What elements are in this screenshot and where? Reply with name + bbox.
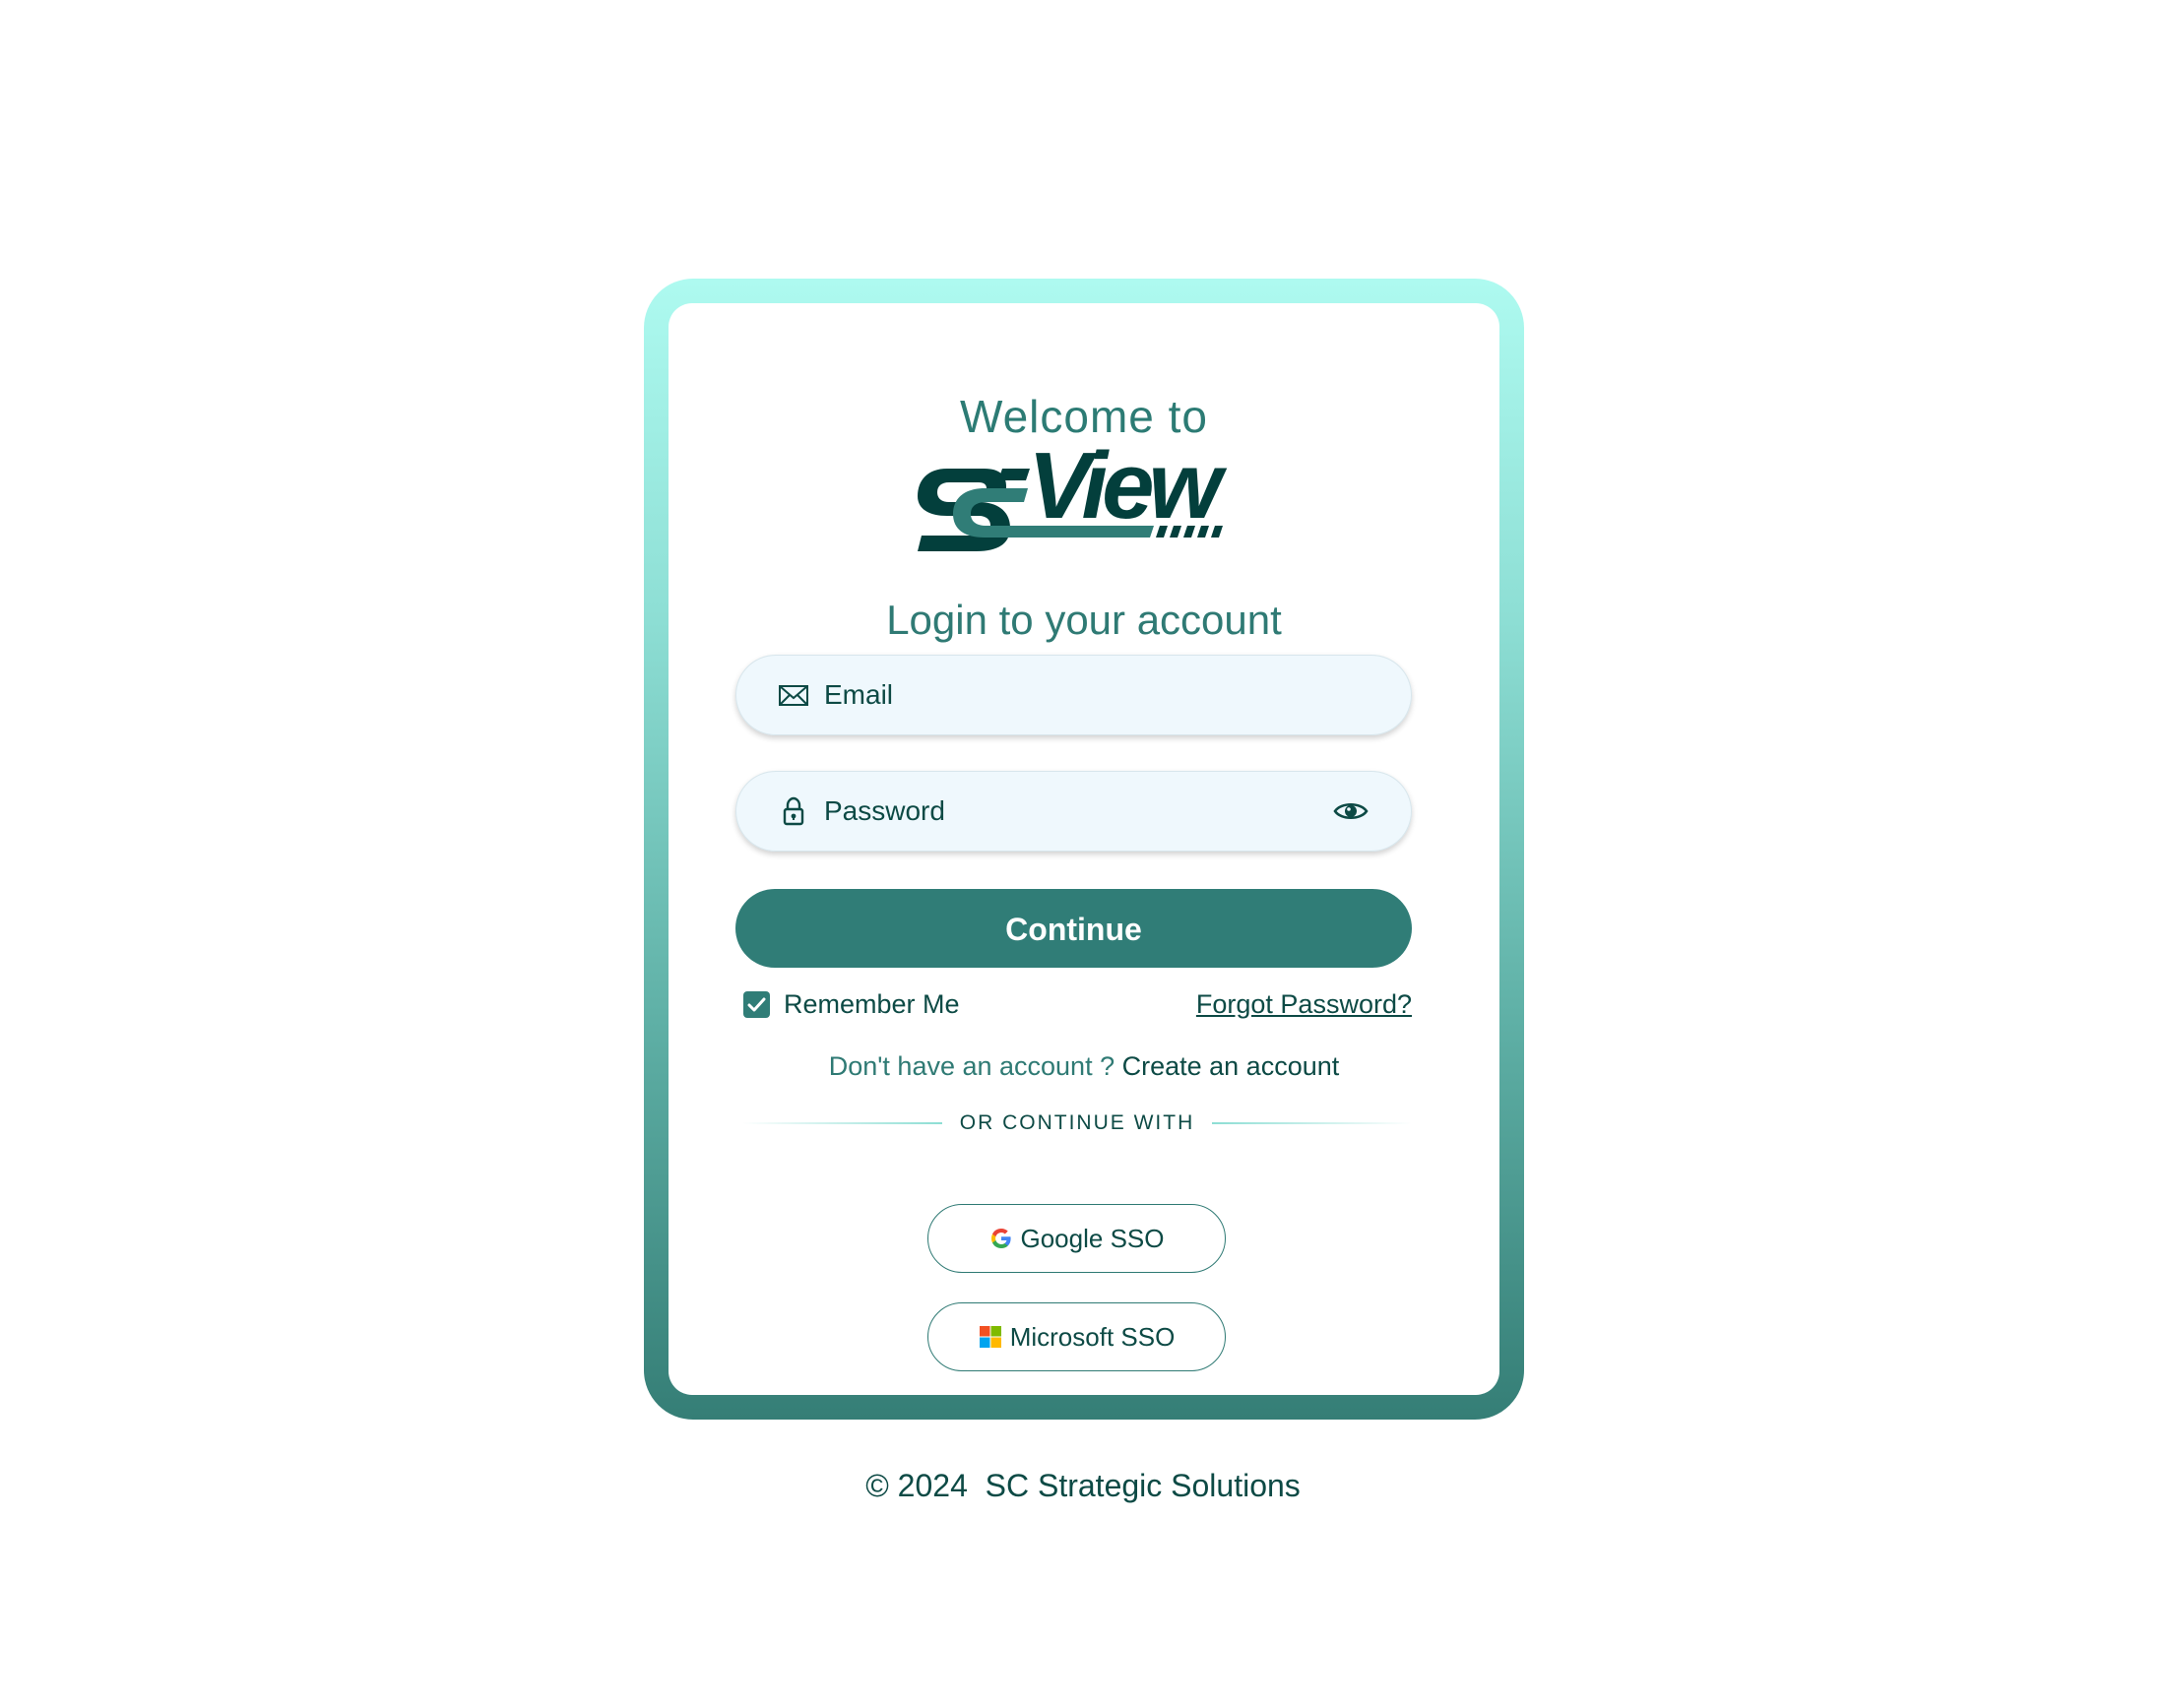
login-card: Welcome to View Login to your account Em…: [669, 303, 1499, 1395]
login-subtitle: Login to your account: [886, 597, 1282, 643]
google-sso-button[interactable]: Google SSO: [927, 1204, 1226, 1273]
microsoft-sso-label: Microsoft SSO: [1009, 1321, 1176, 1352]
google-sso-label: Google SSO: [1020, 1223, 1165, 1253]
forgot-password-link[interactable]: Forgot Password?: [1196, 989, 1412, 1020]
envelope-icon: [779, 685, 808, 706]
password-field-container: [735, 771, 1412, 852]
divider-line-right: [1212, 1122, 1413, 1124]
email-field-container: [735, 655, 1412, 735]
remember-me-toggle[interactable]: Remember Me: [743, 989, 960, 1019]
login-card-frame: Welcome to View Login to your account Em…: [644, 279, 1524, 1420]
email-input[interactable]: [824, 655, 1316, 735]
copyright-footer: © 2024 SC Strategic Solutions: [865, 1468, 1301, 1503]
lock-icon: [783, 796, 804, 826]
divider-line-left: [742, 1122, 942, 1124]
remember-me-checkbox[interactable]: [743, 990, 770, 1018]
password-input[interactable]: [824, 771, 1316, 852]
signup-question: Don't have an account ?: [828, 1051, 1115, 1081]
continue-button[interactable]: Continue: [735, 889, 1412, 968]
remember-me-label: Remember Me: [784, 988, 960, 1019]
google-logo-icon: [990, 1229, 1011, 1248]
scview-logo: View: [918, 433, 1234, 551]
divider-text: OR CONTINUE WITH: [959, 1111, 1195, 1134]
microsoft-sso-button[interactable]: Microsoft SSO: [927, 1302, 1226, 1371]
show-password-eye-icon[interactable]: [1333, 795, 1369, 827]
microsoft-logo-icon: [979, 1326, 1001, 1348]
signup-prompt: Don't have an account ? Create an accoun…: [669, 1051, 1499, 1082]
sso-divider: OR CONTINUE WITH: [742, 1108, 1413, 1138]
svg-text:View: View: [1028, 433, 1228, 538]
checkmark-icon: [747, 997, 766, 1011]
create-account-link[interactable]: Create an account: [1122, 1051, 1340, 1081]
